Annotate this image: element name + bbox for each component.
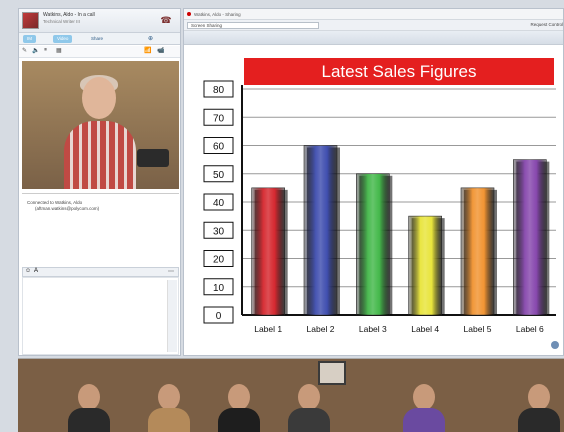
speaker-icon[interactable]: 🔈 <box>32 47 39 54</box>
y-tick-label: 30 <box>213 226 225 237</box>
chat-toolbar: ☺ A ⋯ <box>22 267 179 277</box>
connection-email: (aftman.watkins@polycom.com) <box>35 206 100 211</box>
chat-scrollbar[interactable] <box>167 280 177 352</box>
conference-phone <box>137 149 169 167</box>
emoticon-icon[interactable]: ☺ <box>25 268 31 274</box>
x-tick-label: Label 4 <box>411 324 439 334</box>
y-tick-label: 10 <box>213 283 225 294</box>
room-video <box>18 358 564 432</box>
hangup-icon[interactable]: ☎ <box>160 15 172 25</box>
y-tick-label: 80 <box>213 85 225 96</box>
local-video <box>22 61 179 189</box>
call-header: Watkins, Aldo - In a call Technical Writ… <box>19 9 180 33</box>
font-icon[interactable]: A <box>34 268 38 274</box>
tab-video[interactable]: Video <box>53 35 73 43</box>
room-participant <box>148 378 190 432</box>
bar-highlight <box>408 216 442 315</box>
avatar <box>22 12 39 29</box>
y-tick-label: 70 <box>213 113 225 124</box>
call-side-panel: Watkins, Aldo - In a call Technical Writ… <box>18 8 181 356</box>
tab-im[interactable]: IM <box>23 35 36 43</box>
x-tick-label: Label 1 <box>254 324 282 334</box>
caller-title: Technical Writer III <box>43 19 80 24</box>
room-participant <box>68 378 110 432</box>
y-tick-label: 40 <box>213 198 225 209</box>
tab-share[interactable]: Share <box>87 35 107 43</box>
bar-highlight <box>304 145 337 315</box>
pencil-icon[interactable]: ✎ <box>22 47 27 54</box>
room-participant <box>518 378 560 432</box>
y-tick-label: 60 <box>213 142 225 153</box>
zoom-icon[interactable] <box>551 341 559 349</box>
y-tick-label: 20 <box>213 255 225 266</box>
y-tick-label: 50 <box>213 170 225 181</box>
room-participant <box>218 378 260 432</box>
bar-highlight <box>251 187 285 315</box>
connection-status: Connected to Watkins, Aldo (aftman.watki… <box>22 193 179 263</box>
x-tick-label: Label 2 <box>307 324 335 334</box>
conference-window: Watkins, Aldo - In a call Technical Writ… <box>0 0 564 432</box>
tab-bar: IM Video Share ⊕ <box>19 33 180 45</box>
pause-icon[interactable]: ⏸ <box>44 47 47 54</box>
participant-figure <box>60 75 140 189</box>
attach-icon[interactable]: ⋯ <box>168 268 174 275</box>
share-panel: Watkins, Aldo - Sharing Screen Sharing R… <box>183 8 564 356</box>
connection-line: Connected to Watkins, Aldo <box>27 200 83 205</box>
add-participant-icon[interactable]: ⊕ <box>144 35 157 43</box>
camera-icon[interactable]: 📹 <box>157 47 164 54</box>
x-tick-label: Label 6 <box>516 324 544 334</box>
x-tick-label: Label 3 <box>359 324 387 334</box>
caller-name: Watkins, Aldo - In a call <box>43 12 95 18</box>
signal-icon: 📶 <box>144 48 152 54</box>
bar-highlight <box>356 173 390 315</box>
y-tick-label: 0 <box>216 311 222 322</box>
x-tick-label: Label 5 <box>464 324 492 334</box>
room-participant <box>288 378 330 432</box>
bar-highlight <box>461 187 494 315</box>
room-participant <box>403 378 445 432</box>
sales-bar-chart: 0 10 20 30 40 50 60 70 80 Label 1 Label 2 Label 3 La… <box>203 80 556 334</box>
call-toolbar: ✎ 🔈 ⏸ ▦ 📶 📹 <box>19 46 180 58</box>
bar-highlight <box>513 159 547 315</box>
chat-input[interactable] <box>22 277 179 355</box>
grid-icon[interactable]: ▦ <box>56 47 62 54</box>
